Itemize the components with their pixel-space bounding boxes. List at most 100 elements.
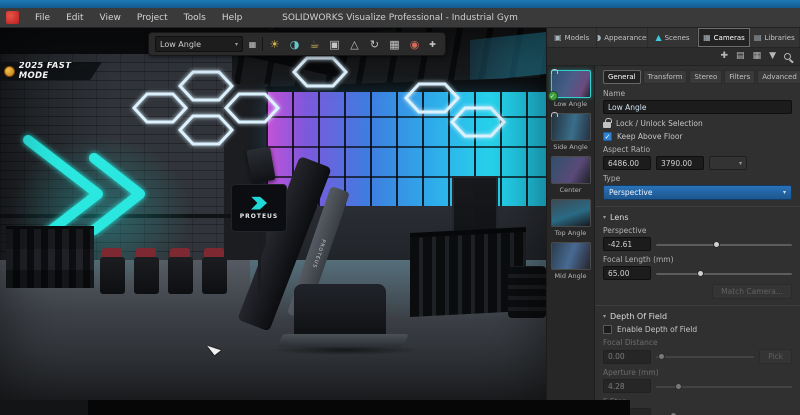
aspect-width-input[interactable]: 6486.00 — [603, 156, 651, 170]
app-window: File Edit View Project Tools Help SOLIDW… — [0, 0, 800, 415]
camera-item-mid-angle[interactable]: Mid Angle — [549, 242, 593, 280]
cube-view-icon[interactable]: ▣ — [326, 36, 343, 53]
camera-list-icon[interactable]: ▦ — [246, 36, 259, 53]
camera-select-value: Low Angle — [160, 40, 201, 49]
chevron-down-icon: ▾ — [739, 160, 742, 167]
camera-item-low-angle[interactable]: ✓ Low Angle — [549, 70, 593, 108]
viewport-3d[interactable]: PROTEUS PROTEUS 2025 FAST MODE Low Angle… — [0, 28, 546, 400]
right-panel: ▣ Models ◑ Appearances ▲ Scenes ▦ Camera… — [546, 28, 800, 415]
menu-tools[interactable]: Tools — [176, 13, 214, 23]
add-camera-icon[interactable]: ✚ — [721, 52, 729, 61]
aspect-ratio-label: Aspect Ratio — [603, 145, 792, 154]
menu-view[interactable]: View — [92, 13, 129, 23]
name-label: Name — [603, 89, 792, 98]
menu-file[interactable]: File — [27, 13, 58, 23]
focal-length-slider[interactable] — [656, 269, 792, 278]
new-camera-icon[interactable]: ▦ — [753, 52, 762, 61]
panel-content: ✓ Low Angle Side Angle Center — [547, 66, 800, 415]
camera-thumbnail[interactable] — [551, 156, 591, 184]
menu-project[interactable]: Project — [129, 13, 176, 23]
sign-brand-text: PROTEUS — [240, 213, 279, 220]
appearances-sphere-icon: ◑ — [597, 33, 601, 42]
enable-dof-row[interactable]: Enable Depth of Field — [603, 325, 792, 334]
name-input[interactable]: Low Angle — [603, 100, 792, 114]
camera-item-side-angle[interactable]: Side Angle — [549, 113, 593, 151]
sign-pole — [258, 232, 261, 294]
camera-item-top-angle[interactable]: Top Angle — [549, 199, 593, 237]
exercise-bike — [134, 248, 159, 294]
enable-dof-checkbox[interactable] — [603, 325, 612, 334]
app-logo-icon[interactable] — [6, 11, 19, 24]
tab-models[interactable]: ▣ Models — [547, 28, 597, 47]
menu-help[interactable]: Help — [214, 13, 251, 23]
machine-brand-text: PROTEUS — [311, 238, 327, 269]
tab-filters[interactable]: Filters — [724, 70, 755, 84]
timeline-bar[interactable] — [88, 400, 630, 415]
aperture-input[interactable]: 4.28 — [603, 379, 651, 393]
focal-distance-input[interactable]: 0.00 — [603, 350, 651, 364]
turntable-icon[interactable]: ↻ — [366, 36, 383, 53]
denoiser-icon[interactable]: ☕ — [306, 36, 323, 53]
lock-selection-label: Lock / Unlock Selection — [616, 119, 703, 128]
aspect-preset-dropdown[interactable]: ▾ — [709, 156, 747, 170]
camera-thumbnail[interactable] — [551, 242, 591, 270]
camera-select-dropdown[interactable]: Low Angle ▾ — [155, 36, 243, 52]
perspective-slider[interactable] — [656, 240, 792, 249]
panel-toolbar: ✚ ▤ ▦ ▼ — [547, 48, 800, 66]
pick-button[interactable]: Pick — [759, 349, 792, 364]
aperture-label: Aperture (mm) — [603, 368, 792, 377]
import-folder-icon[interactable]: ▤ — [736, 52, 745, 61]
type-value: Perspective — [609, 188, 652, 197]
tab-appearances[interactable]: ◑ Appearances — [597, 28, 647, 47]
tab-libraries[interactable]: ▤ Libraries — [750, 28, 800, 47]
palette-tab-bar: ▣ Models ◑ Appearances ▲ Scenes ▦ Camera… — [547, 28, 800, 48]
type-dropdown[interactable]: Perspective ▾ — [603, 185, 792, 200]
search-icon[interactable] — [784, 53, 791, 60]
tab-general[interactable]: General — [603, 70, 641, 84]
lock-icon — [603, 122, 611, 128]
tab-scenes-label: Scenes — [665, 34, 690, 42]
tab-cameras[interactable]: ▦ Cameras — [698, 28, 749, 47]
sun-environment-icon[interactable]: ☀ — [266, 36, 283, 53]
camera-thumbnail[interactable] — [551, 113, 591, 141]
exercise-bike — [202, 248, 227, 294]
camera-tool-icon[interactable]: ▦ — [386, 36, 403, 53]
aperture-slider[interactable] — [656, 382, 792, 391]
dof-section-header[interactable]: ▾ Depth Of Field — [603, 312, 792, 321]
tab-advanced[interactable]: Advanced — [757, 70, 800, 84]
add-toolbar-icon[interactable]: ✚ — [426, 36, 439, 53]
fstop-label: F-Stop — [603, 397, 792, 406]
camera-thumbnail[interactable]: ✓ — [551, 70, 591, 98]
pivot-triad-icon[interactable]: △ — [346, 36, 363, 53]
fast-mode-badge: 2025 FAST MODE — [0, 62, 102, 80]
aspect-height-input[interactable]: 3790.00 — [656, 156, 704, 170]
property-tab-bar: General Transform Stereo Filters Advance… — [603, 70, 792, 84]
lock-selection-row[interactable]: Lock / Unlock Selection — [603, 118, 792, 128]
fstop-slider[interactable] — [656, 411, 792, 415]
chevron-down-icon: ▾ — [235, 41, 238, 48]
render-icon[interactable]: ◉ — [406, 36, 423, 53]
tab-stereo[interactable]: Stereo — [689, 70, 722, 84]
perspective-input[interactable]: -42.61 — [603, 237, 651, 251]
match-camera-button[interactable]: Match Camera... — [712, 284, 792, 299]
tab-scenes[interactable]: ▲ Scenes — [648, 28, 698, 47]
focal-length-row: 65.00 — [603, 266, 792, 280]
status-strip — [0, 400, 88, 415]
type-label: Type — [603, 174, 792, 183]
camera-item-center[interactable]: Center — [549, 156, 593, 194]
lens-section-header[interactable]: ▾ Lens — [603, 213, 792, 222]
appearance-sphere-icon[interactable]: ◑ — [286, 36, 303, 53]
window-title: SOLIDWORKS Visualize Professional - Indu… — [282, 13, 518, 23]
keep-above-floor-row[interactable]: ✓ Keep Above Floor — [603, 132, 792, 141]
camera-item-label: Top Angle — [555, 229, 587, 237]
menu-bar: File Edit View Project Tools Help SOLIDW… — [0, 8, 800, 28]
menu-edit[interactable]: Edit — [58, 13, 91, 23]
camera-thumbnail[interactable] — [551, 199, 591, 227]
keep-above-floor-checkbox[interactable]: ✓ — [603, 132, 612, 141]
filter-icon[interactable]: ▼ — [769, 52, 776, 61]
focal-distance-slider[interactable] — [656, 352, 754, 361]
toolbar-divider — [262, 37, 263, 51]
focal-length-input[interactable]: 65.00 — [603, 266, 651, 280]
tab-transform[interactable]: Transform — [643, 70, 688, 84]
chevron-down-icon: ▾ — [783, 189, 786, 196]
